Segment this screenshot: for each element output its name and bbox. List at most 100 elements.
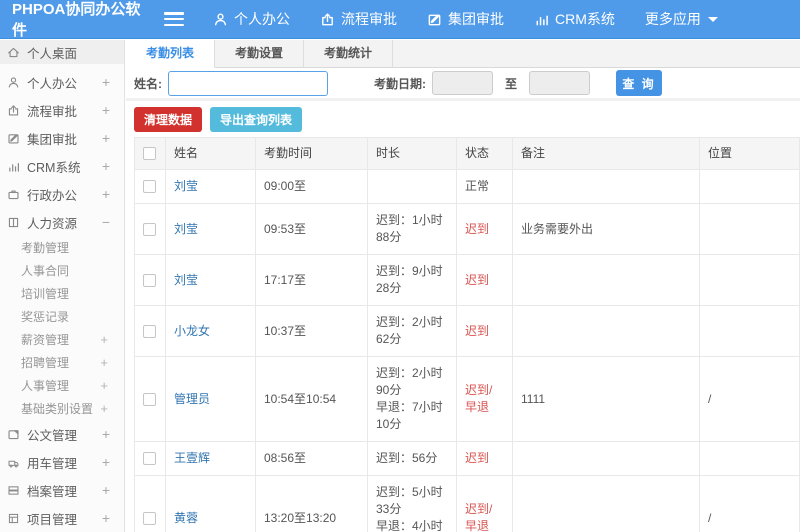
name-link[interactable]: 小龙女 [174, 324, 210, 338]
tab-attendance-list[interactable]: 考勤列表 [126, 40, 216, 68]
sidebar-item-group-approval[interactable]: 集团审批 + [0, 124, 124, 152]
table-row: 刘莹 17:17至 迟到：9小时28分 迟到 [134, 254, 800, 306]
location-cell [699, 254, 800, 306]
name-link[interactable]: 刘莹 [174, 179, 198, 193]
attendance-table: 姓名 考勤时间 时长 状态 备注 位置 刘莹 09:00至 正常 刘莹 09:5… [134, 137, 800, 532]
process-icon [7, 104, 21, 117]
sidebar-subitem-recruit-mgmt[interactable]: 招聘管理 + [0, 351, 124, 374]
row-checkbox[interactable] [143, 180, 156, 194]
name-label: 姓名: [134, 76, 162, 91]
row-checkbox[interactable] [143, 511, 156, 525]
menu-toggle-icon[interactable] [164, 12, 184, 26]
clear-data-button[interactable]: 清理数据 [134, 107, 203, 132]
name-link[interactable]: 王壹辉 [174, 451, 210, 465]
sidebar-item-vehicle-mgmt[interactable]: 用车管理 + [0, 448, 124, 476]
sidebar-subitem-salary-mgmt[interactable]: 薪资管理 + [0, 328, 124, 351]
table-row: 管理员 10:54至10:54 迟到：2小时90分 早退：7小时10分 迟到/早退… [134, 356, 800, 442]
date-start-input[interactable] [432, 71, 493, 95]
sidebar-item-workflow-approval[interactable]: 流程审批 + [0, 96, 124, 124]
content-area: 考勤列表 考勤设置 考勤统计 姓名: 考勤日期: 至 查 询 清理数据 导出查询… [126, 40, 800, 532]
top-nav-crm[interactable]: CRM系统 [534, 9, 615, 29]
date-to-label: 至 [505, 76, 518, 91]
row-checkbox[interactable] [143, 324, 156, 338]
sidebar-item-hr[interactable]: 人力资源 − [0, 208, 124, 236]
vehicle-icon [7, 456, 21, 469]
attendance-time-cell: 08:56至 [255, 441, 368, 476]
location-cell: / [699, 356, 800, 442]
attendance-time-cell: 09:53至 [255, 203, 368, 255]
sidebar-item-personal-desktop[interactable]: 个人桌面 [0, 40, 124, 64]
person-icon [213, 12, 228, 27]
row-checkbox[interactable] [143, 392, 156, 406]
sidebar-item-project-mgmt[interactable]: 项目管理 + [0, 504, 124, 532]
location-cell [699, 203, 800, 255]
note-cell: 业务需要外出 [512, 203, 700, 255]
app-logo[interactable]: PHPOA协同办公软件 [0, 0, 160, 40]
chart-icon [7, 160, 21, 173]
export-list-button[interactable]: 导出查询列表 [210, 107, 303, 132]
top-nav-more-apps[interactable]: 更多应用 [645, 9, 718, 29]
note-cell: 1111 [512, 356, 700, 442]
name-link[interactable]: 管理员 [174, 392, 210, 406]
duration-cell: 迟到：1小时88分 [367, 203, 457, 255]
duration-cell: 迟到：56分 [367, 441, 457, 476]
location-cell: / [699, 475, 800, 532]
top-nav-group-approval[interactable]: 集团审批 [427, 9, 504, 29]
select-all-checkbox[interactable] [143, 147, 156, 161]
briefcase-icon [7, 188, 21, 201]
name-link[interactable]: 黄蓉 [174, 511, 198, 525]
top-nav-personal-office[interactable]: 个人办公 [213, 9, 290, 29]
sidebar-subitem-hr-contract[interactable]: 人事合同 [0, 259, 124, 282]
table-header-row: 姓名 考勤时间 时长 状态 备注 位置 [134, 137, 800, 170]
table-row: 刘莹 09:53至 迟到：1小时88分 迟到 业务需要外出 [134, 203, 800, 255]
process-icon [320, 12, 335, 27]
name-link[interactable]: 刘莹 [174, 273, 198, 287]
status-cell: 迟到/早退 [456, 475, 513, 532]
sidebar-item-archive-mgmt[interactable]: 档案管理 + [0, 476, 124, 504]
table-row: 王壹辉 08:56至 迟到：56分 迟到 [134, 441, 800, 476]
table-row: 黄蓉 13:20至13:20 迟到：5小时33分早退：4小时67分 迟到/早退 … [134, 475, 800, 532]
location-cell [699, 169, 800, 204]
top-nav: 个人办公 流程审批 集团审批 CRM系统 更多应用 [198, 9, 733, 29]
row-checkbox[interactable] [143, 222, 156, 236]
row-checkbox[interactable] [143, 452, 156, 466]
sidebar-subitem-personnel-mgmt[interactable]: 人事管理 + [0, 374, 124, 397]
table-row: 刘莹 09:00至 正常 [134, 169, 800, 204]
tab-attendance-stats[interactable]: 考勤统计 [304, 40, 394, 68]
duration-cell: 迟到：2小时90分 早退：7小时10分 [367, 356, 457, 442]
status-cell: 迟到 [456, 441, 513, 476]
date-range: 考勤日期: 至 [374, 71, 591, 95]
sidebar-subitem-training-mgmt[interactable]: 培训管理 [0, 282, 124, 305]
sidebar-subitem-reward-punishment[interactable]: 奖惩记录 [0, 305, 124, 328]
status-cell: 正常 [456, 169, 513, 204]
archive-icon [7, 484, 21, 497]
sidebar-item-admin-office[interactable]: 行政办公 + [0, 180, 124, 208]
tab-attendance-settings[interactable]: 考勤设置 [215, 40, 305, 68]
caret-down-icon [707, 16, 718, 22]
edit-icon [7, 132, 21, 145]
sidebar-item-personal-office[interactable]: 个人办公 + [0, 68, 124, 96]
status-cell: 迟到 [456, 305, 513, 357]
app-window: PHPOA协同办公软件 个人办公 流程审批 集团审批 CRM系统 更多应用 个人… [0, 0, 800, 532]
duration-cell: 迟到：5小时33分早退：4小时67分 [367, 475, 457, 532]
col-status: 状态 [456, 137, 513, 170]
location-cell [699, 441, 800, 476]
attendance-time-cell: 09:00至 [255, 169, 368, 204]
table-row: 小龙女 10:37至 迟到：2小时62分 迟到 [134, 305, 800, 357]
status-cell: 迟到 [456, 203, 513, 255]
row-checkbox[interactable] [143, 273, 156, 287]
note-cell [512, 441, 700, 476]
top-nav-workflow-approval[interactable]: 流程审批 [320, 9, 397, 29]
name-input[interactable] [168, 70, 328, 96]
col-name: 姓名 [165, 137, 256, 170]
duration-cell: 迟到：9小时28分 [367, 254, 457, 306]
sidebar-item-document-mgmt[interactable]: 公文管理 + [0, 420, 124, 448]
name-link[interactable]: 刘莹 [174, 222, 198, 236]
sidebar-subitem-attendance-mgmt[interactable]: 考勤管理 [0, 236, 124, 259]
attendance-time-cell: 17:17至 [255, 254, 368, 306]
date-end-input[interactable] [529, 71, 591, 95]
sidebar-subitem-base-category-settings[interactable]: 基础类别设置 + [0, 397, 124, 420]
status-cell: 迟到 [456, 254, 513, 306]
query-button[interactable]: 查 询 [616, 70, 663, 96]
sidebar-item-crm[interactable]: CRM系统 + [0, 152, 124, 180]
